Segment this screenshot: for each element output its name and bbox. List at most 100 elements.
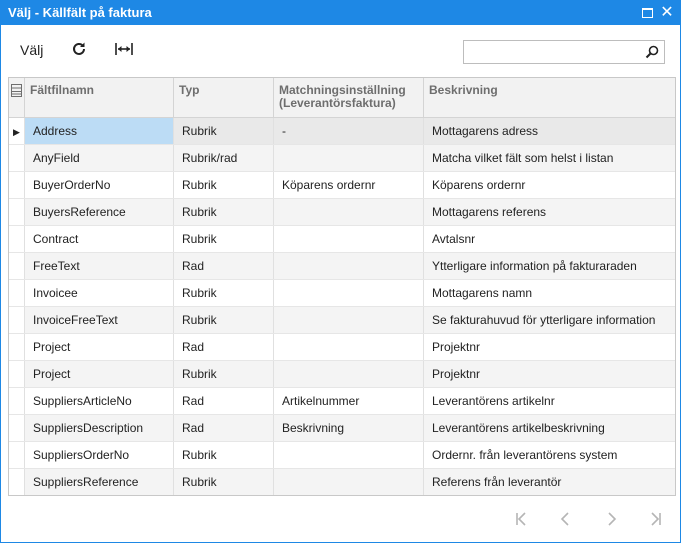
close-icon[interactable]: ✕ bbox=[659, 5, 675, 21]
column-header-type[interactable]: Typ bbox=[174, 78, 274, 118]
cell-description[interactable]: Mottagarens namn bbox=[424, 280, 675, 306]
cell-field-name[interactable]: SuppliersReference bbox=[25, 469, 174, 495]
table-row[interactable]: SuppliersReference Rubrik Referens från le… bbox=[9, 469, 675, 495]
cell-matching[interactable]: Köparens ordernr bbox=[274, 172, 424, 198]
cell-field-name[interactable]: Invoicee bbox=[25, 280, 174, 306]
cell-field-name[interactable]: Project bbox=[25, 361, 174, 387]
cell-type[interactable]: Rubrik bbox=[174, 307, 274, 333]
table-row[interactable]: FreeText Rad Ytterligare information på fa… bbox=[9, 253, 675, 280]
cell-matching[interactable]: - bbox=[274, 118, 424, 144]
first-page-icon[interactable] bbox=[513, 510, 531, 528]
cell-field-name[interactable]: SuppliersDescription bbox=[25, 415, 174, 441]
cell-type[interactable]: Rubrik bbox=[174, 172, 274, 198]
previous-page-icon[interactable] bbox=[557, 510, 575, 528]
column-header-description[interactable]: Beskrivning bbox=[424, 78, 675, 118]
cell-description[interactable]: Se fakturahuvud för ytterligare informat… bbox=[424, 307, 675, 333]
table-row[interactable]: Project Rubrik Projektnr bbox=[9, 361, 675, 388]
row-indicator bbox=[9, 469, 25, 495]
table-row[interactable]: InvoiceFreeText Rubrik Se fakturahuvud för… bbox=[9, 307, 675, 334]
cell-matching[interactable] bbox=[274, 145, 424, 171]
cell-description[interactable]: Projektnr bbox=[424, 334, 675, 360]
cell-field-name[interactable]: InvoiceFreeText bbox=[25, 307, 174, 333]
cell-description[interactable]: Matcha vilket fält som helst i listan bbox=[424, 145, 675, 171]
table-row[interactable]: SuppliersDescription Rad Beskrivning Levera… bbox=[9, 415, 675, 442]
column-header-matching-setting[interactable]: Matchningsinställning (Leverantörsfaktur… bbox=[274, 78, 424, 118]
column-header-field-name[interactable]: Fältfilnamn bbox=[25, 78, 174, 118]
table-row[interactable]: SuppliersArticleNo Rad Artikelnummer Levera… bbox=[9, 388, 675, 415]
cell-type[interactable]: Rubrik bbox=[174, 469, 274, 495]
cell-matching[interactable] bbox=[274, 334, 424, 360]
row-indicator bbox=[9, 145, 25, 171]
row-indicator bbox=[9, 415, 25, 441]
dialog-title: Välj - Källfält på faktura bbox=[8, 5, 152, 20]
cell-type[interactable]: Rubrik bbox=[174, 442, 274, 468]
next-page-icon[interactable] bbox=[602, 510, 620, 528]
table-row[interactable]: Contract Rubrik Avtalsnr bbox=[9, 226, 675, 253]
cell-field-name[interactable]: Address bbox=[25, 118, 174, 144]
table-row[interactable]: Project Rad Projektnr bbox=[9, 334, 675, 361]
cell-field-name[interactable]: BuyersReference bbox=[25, 199, 174, 225]
cell-type[interactable]: Rubrik bbox=[174, 118, 274, 144]
table-row[interactable]: BuyersReference Rubrik Mottagarens referen… bbox=[9, 199, 675, 226]
maximize-icon[interactable] bbox=[640, 5, 656, 21]
refresh-icon[interactable] bbox=[69, 39, 89, 59]
cell-description[interactable]: Leverantörens artikelbeskrivning bbox=[424, 415, 675, 441]
cell-description[interactable]: Köparens ordernr bbox=[424, 172, 675, 198]
cell-description[interactable]: Ytterligare information på fakturaraden bbox=[424, 253, 675, 279]
column-settings-icon[interactable] bbox=[9, 78, 25, 118]
last-page-icon[interactable] bbox=[646, 510, 664, 528]
cell-type[interactable]: Rubrik/rad bbox=[174, 145, 274, 171]
cell-matching[interactable] bbox=[274, 442, 424, 468]
cell-matching[interactable]: Beskrivning bbox=[274, 415, 424, 441]
cell-matching[interactable] bbox=[274, 469, 424, 495]
table-row[interactable]: ▶ Address Rubrik - Mottagarens adress bbox=[9, 118, 675, 145]
cell-description[interactable]: Leverantörens artikelnr bbox=[424, 388, 675, 414]
cell-type[interactable]: Rubrik bbox=[174, 361, 274, 387]
pager bbox=[1, 501, 680, 537]
toolbar: Välj bbox=[1, 26, 680, 74]
cell-type[interactable]: Rubrik bbox=[174, 280, 274, 306]
cell-type[interactable]: Rubrik bbox=[174, 226, 274, 252]
row-indicator bbox=[9, 226, 25, 252]
cell-field-name[interactable]: BuyerOrderNo bbox=[25, 172, 174, 198]
table-row[interactable]: AnyField Rubrik/rad Matcha vilket fält som… bbox=[9, 145, 675, 172]
cell-field-name[interactable]: FreeText bbox=[25, 253, 174, 279]
cell-field-name[interactable]: Contract bbox=[25, 226, 174, 252]
cell-matching[interactable] bbox=[274, 280, 424, 306]
cell-matching[interactable] bbox=[274, 307, 424, 333]
table-row[interactable]: Invoicee Rubrik Mottagarens namn bbox=[9, 280, 675, 307]
grid-header: Fältfilnamn Typ Matchningsinställning (L… bbox=[9, 78, 675, 118]
cell-matching[interactable] bbox=[274, 253, 424, 279]
cell-type[interactable]: Rad bbox=[174, 388, 274, 414]
row-indicator bbox=[9, 334, 25, 360]
cell-type[interactable]: Rubrik bbox=[174, 199, 274, 225]
cell-field-name[interactable]: SuppliersOrderNo bbox=[25, 442, 174, 468]
cell-field-name[interactable]: AnyField bbox=[25, 145, 174, 171]
cell-description[interactable]: Projektnr bbox=[424, 361, 675, 387]
select-button[interactable]: Välj bbox=[20, 42, 43, 58]
row-indicator bbox=[9, 199, 25, 225]
cell-type[interactable]: Rad bbox=[174, 253, 274, 279]
title-bar[interactable]: Välj - Källfält på faktura ✕ bbox=[1, 1, 680, 25]
cell-description[interactable]: Mottagarens referens bbox=[424, 199, 675, 225]
row-indicator bbox=[9, 172, 25, 198]
table-row[interactable]: SuppliersOrderNo Rubrik Ordernr. från leve… bbox=[9, 442, 675, 469]
cell-type[interactable]: Rad bbox=[174, 334, 274, 360]
search-icon[interactable] bbox=[644, 44, 660, 60]
cell-description[interactable]: Ordernr. från leverantörens system bbox=[424, 442, 675, 468]
fit-columns-icon[interactable] bbox=[114, 39, 134, 59]
cell-description[interactable]: Mottagarens adress bbox=[424, 118, 675, 144]
search-input[interactable] bbox=[464, 41, 642, 63]
cell-field-name[interactable]: SuppliersArticleNo bbox=[25, 388, 174, 414]
cell-matching[interactable] bbox=[274, 226, 424, 252]
row-indicator bbox=[9, 253, 25, 279]
cell-matching[interactable]: Artikelnummer bbox=[274, 388, 424, 414]
cell-type[interactable]: Rad bbox=[174, 415, 274, 441]
cell-matching[interactable] bbox=[274, 199, 424, 225]
cell-matching[interactable] bbox=[274, 361, 424, 387]
cell-field-name[interactable]: Project bbox=[25, 334, 174, 360]
table-row[interactable]: BuyerOrderNo Rubrik Köparens ordernr Köpare… bbox=[9, 172, 675, 199]
cell-description[interactable]: Referens från leverantör bbox=[424, 469, 675, 495]
row-indicator bbox=[9, 361, 25, 387]
cell-description[interactable]: Avtalsnr bbox=[424, 226, 675, 252]
